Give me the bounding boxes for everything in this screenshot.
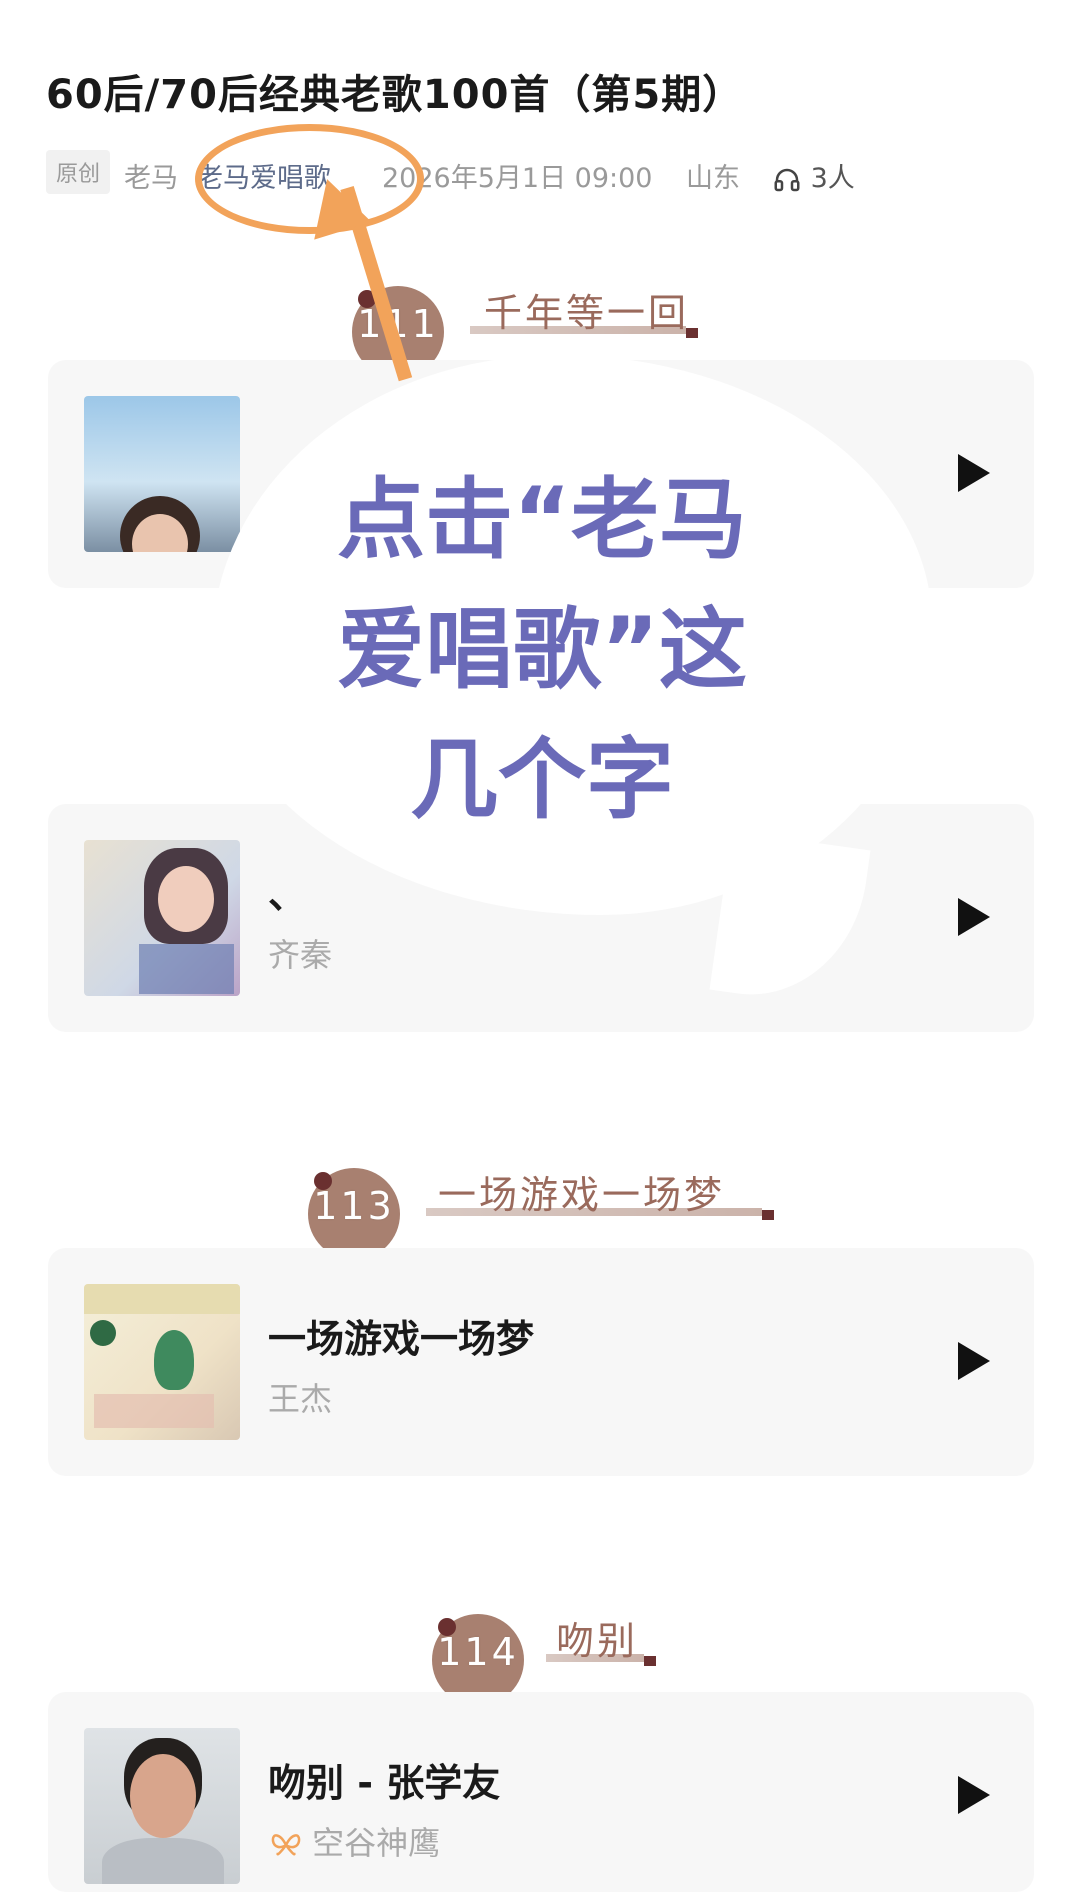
section-title: 吻别	[556, 1619, 639, 1663]
section-header-113: 113 一场游戏一场梦	[308, 1168, 808, 1260]
song-card[interactable]: 一场游戏一场梦 王杰	[48, 1248, 1034, 1476]
play-icon[interactable]	[958, 898, 990, 936]
song-artist-text: 空谷神鹰	[312, 1824, 441, 1862]
song-card[interactable]: 吻别 - 张学友 空谷神鹰	[48, 1692, 1034, 1892]
butterfly-icon	[271, 1834, 301, 1856]
song-artist: 王杰	[268, 1380, 333, 1418]
section-number-badge: 113	[308, 1168, 400, 1260]
annotation-line: 点击“老马	[337, 468, 747, 571]
annotation-line: 几个字	[409, 728, 674, 831]
section-number: 113	[313, 1184, 395, 1228]
section-header-114: 114 吻别	[432, 1614, 692, 1706]
play-icon[interactable]	[958, 1776, 990, 1814]
play-icon[interactable]	[958, 454, 990, 492]
section-title: 千年等一回	[484, 291, 690, 335]
article-title: 60后/70后经典老歌100首（第5期）	[46, 72, 744, 118]
section-title: 一场游戏一场梦	[438, 1173, 726, 1217]
section-number: 114	[437, 1630, 519, 1674]
song-artist: 空谷神鹰	[270, 1818, 440, 1864]
annotation-line: 爱唱歌”这	[337, 598, 747, 701]
album-cover	[84, 1284, 240, 1440]
album-cover	[84, 1728, 240, 1884]
album-cover	[84, 396, 240, 552]
song-artist: 齐秦	[268, 936, 333, 974]
listeners-count: 3人	[772, 156, 855, 195]
annotation-text: 点击“老马 爱唱歌”这 几个字	[292, 455, 792, 845]
publish-location: 山东	[686, 163, 740, 194]
author-name: 老马	[124, 163, 178, 194]
original-badge: 原创	[46, 150, 111, 194]
song-title: 、	[268, 873, 307, 917]
listeners-count-text: 3人	[810, 163, 855, 194]
headphones-icon	[774, 168, 800, 191]
song-title: 吻别 - 张学友	[268, 1761, 501, 1805]
song-title: 一场游戏一场梦	[268, 1317, 535, 1361]
play-icon[interactable]	[958, 1342, 990, 1380]
album-cover	[84, 840, 240, 996]
